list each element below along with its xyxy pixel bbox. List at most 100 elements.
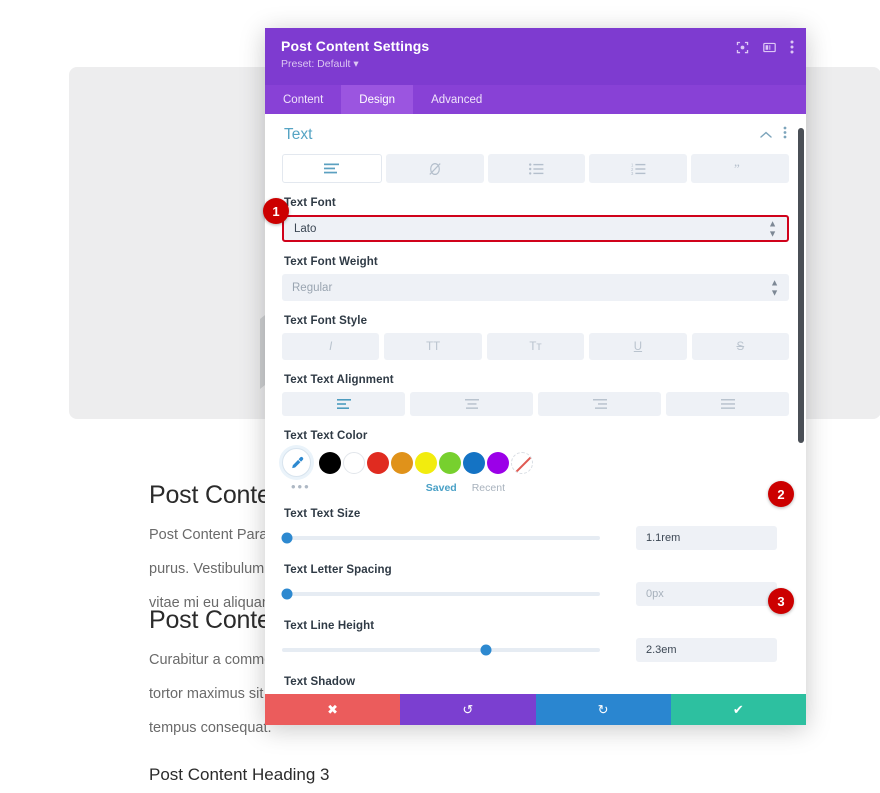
modal-body: Text 1 2 3 ” Text Font Lato ▲ ▼ Text Fon… [265, 114, 806, 694]
color-swatch-yellow[interactable] [415, 451, 437, 474]
caret-down-icon: ▾ [353, 58, 359, 70]
blockquote-icon[interactable]: ” [691, 154, 789, 183]
modal-tabs: Content Design Advanced [265, 85, 806, 114]
modal-header-actions [736, 40, 794, 54]
split-view-icon[interactable] [763, 41, 776, 54]
color-swatch-black[interactable] [319, 451, 341, 474]
align-right-button[interactable] [538, 392, 661, 416]
scrollbar-track[interactable] [798, 128, 804, 694]
text-size-label: Text Text Size [284, 508, 361, 520]
strikethrough-glyph: S [736, 340, 745, 353]
modal-title: Post Content Settings [281, 38, 430, 54]
section-title: Text [284, 126, 313, 143]
text-size-value: 1.1rem [646, 532, 681, 544]
eyedropper-icon[interactable] [282, 448, 311, 477]
more-options-icon[interactable] [790, 40, 794, 54]
scrollbar-thumb[interactable] [798, 128, 804, 443]
tab-design[interactable]: Design [341, 85, 414, 114]
select-stepper-icon: ▲ ▼ [770, 277, 779, 297]
post-heading-3: Post Content Heading 3 [149, 765, 330, 785]
svg-text:3: 3 [631, 171, 634, 175]
save-button[interactable]: ✔ [670, 694, 806, 725]
text-size-row: 1.1rem [281, 526, 789, 550]
letter-spacing-value: 0px [646, 588, 664, 600]
ordered-list-icon[interactable]: 1 2 3 [589, 154, 688, 183]
color-swatch-orange[interactable] [391, 451, 413, 474]
text-font-weight-label: Text Font Weight [284, 256, 378, 268]
select-stepper-icon: ▲ ▼ [768, 218, 777, 238]
letter-spacing-input[interactable]: 0px [636, 582, 777, 606]
color-meta-row: ••• Saved Recent [282, 479, 789, 494]
text-font-value: Lato [294, 222, 317, 235]
text-alignment-label: Text Text Alignment [284, 374, 394, 386]
section-more-options-icon[interactable] [783, 126, 787, 144]
redo-button[interactable]: ↻ [535, 694, 671, 725]
recent-colors-link[interactable]: Recent [472, 482, 505, 494]
text-font-style-label: Text Font Style [284, 315, 368, 327]
small-caps-glyph: Tᴛ [529, 340, 542, 353]
text-shadow-label: Text Shadow [284, 676, 356, 688]
slider-thumb[interactable] [480, 644, 492, 656]
link-icon[interactable] [385, 154, 484, 183]
preset-label: Preset: Default [281, 58, 351, 70]
text-color-label: Text Text Color [284, 430, 368, 442]
chevron-up-icon[interactable] [760, 126, 772, 144]
more-colors-button[interactable]: ••• [282, 479, 311, 494]
color-swatch-green[interactable] [439, 451, 461, 474]
underline-button[interactable]: U [589, 333, 687, 360]
color-swatch-white[interactable] [343, 451, 365, 474]
underline-glyph: U [633, 340, 643, 353]
cancel-button[interactable]: ✖ [265, 694, 401, 725]
align-left-button[interactable] [282, 392, 405, 416]
text-section-header: Text [282, 114, 789, 154]
text-font-weight-select[interactable]: Regular ▲ ▼ [282, 274, 789, 301]
uppercase-glyph: TT [426, 340, 441, 353]
tab-content[interactable]: Content [265, 85, 341, 114]
letter-spacing-slider[interactable] [281, 585, 600, 603]
line-height-label: Text Line Height [284, 620, 375, 632]
modal-footer: ✖ ↺ ↻ ✔ [265, 694, 806, 725]
color-swatch-blue[interactable] [463, 451, 485, 474]
line-height-input[interactable]: 2.3em [636, 638, 777, 662]
annotation-badge-2: 2 [768, 481, 794, 507]
transparent-swatch[interactable] [511, 451, 533, 474]
text-type-toggle-group: 1 2 3 ” [282, 154, 789, 183]
tab-advanced[interactable]: Advanced [413, 85, 500, 114]
letter-spacing-row: 0px [281, 582, 789, 606]
text-size-slider[interactable] [281, 529, 600, 547]
undo-button[interactable]: ↺ [400, 694, 536, 725]
svg-text:”: ” [734, 163, 740, 175]
text-font-select[interactable]: Lato ▲ ▼ [282, 215, 789, 242]
color-swatch-purple[interactable] [487, 451, 509, 474]
saved-colors-link[interactable]: Saved [426, 482, 457, 494]
italic-button[interactable]: I [282, 333, 380, 360]
screenshot-root: Post Content Post Content Paragrap purus… [0, 0, 880, 793]
slider-thumb[interactable] [281, 532, 293, 544]
annotation-badge-3: 3 [768, 588, 794, 614]
annotation-badge-1: 1 [263, 198, 289, 224]
paragraph-icon[interactable] [282, 154, 382, 183]
strikethrough-button[interactable]: S [691, 333, 790, 360]
line-height-value: 2.3em [646, 644, 677, 656]
text-font-style-group: I TT Tᴛ U S [282, 333, 790, 360]
text-size-input[interactable]: 1.1rem [636, 526, 777, 550]
italic-glyph: I [329, 340, 333, 353]
align-center-button[interactable] [410, 392, 533, 416]
color-swatch-row [282, 448, 789, 477]
align-justify-button[interactable] [666, 392, 789, 416]
small-caps-button[interactable]: Tᴛ [486, 333, 585, 360]
text-font-label: Text Font [284, 197, 336, 209]
slider-thumb[interactable] [281, 588, 293, 600]
line-height-slider[interactable] [282, 641, 600, 659]
unordered-list-icon[interactable] [487, 154, 586, 183]
preset-selector[interactable]: Preset: Default ▾ [281, 58, 790, 70]
modal-header: Post Content Settings Preset: Default ▾ [265, 28, 806, 85]
fullscreen-icon[interactable] [736, 41, 749, 54]
color-swatch-red[interactable] [367, 451, 389, 474]
slider-track [282, 648, 600, 652]
post-content-settings-modal: Post Content Settings Preset: Default ▾ [265, 28, 806, 725]
uppercase-button[interactable]: TT [384, 333, 482, 360]
text-alignment-group [282, 392, 789, 416]
line-height-row: 2.3em [282, 638, 789, 662]
slider-track [282, 536, 600, 540]
